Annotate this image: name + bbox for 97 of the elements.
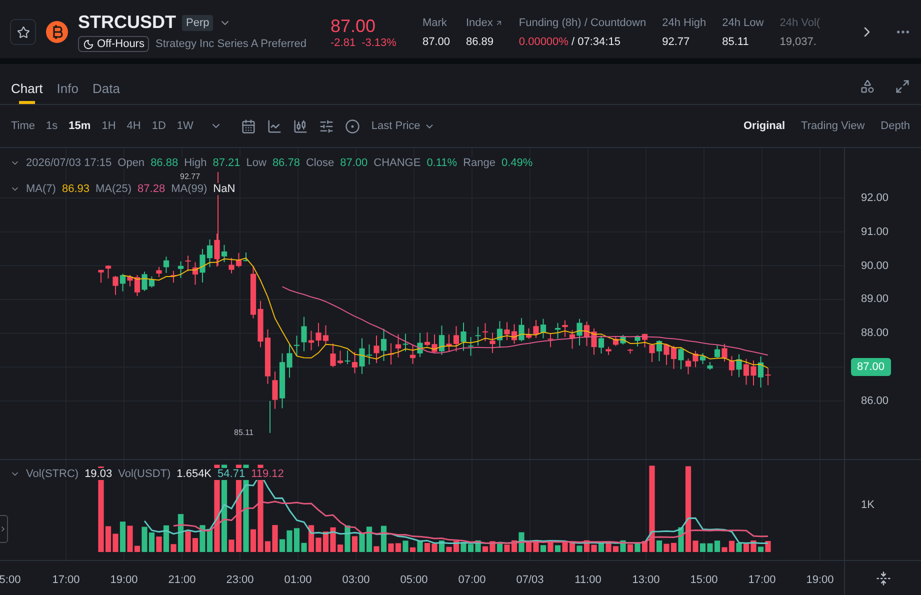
- volume-axis-label: 1K: [861, 499, 874, 511]
- current-price-tag: 87.00: [851, 358, 891, 376]
- time-axis-label: 19:00: [110, 574, 138, 586]
- legend-label: MA(7): [26, 183, 56, 195]
- tab[interactable]: Info: [56, 81, 78, 104]
- price-source-dropdown[interactable]: Last Price: [371, 120, 436, 132]
- line-chart-icon[interactable]: [267, 118, 282, 134]
- widgets-icon[interactable]: [860, 79, 875, 94]
- legend-label: Vol(STRC): [26, 468, 79, 480]
- time-axis-label: 5:00: [0, 574, 21, 586]
- low-price-marker: 85.11: [234, 428, 254, 437]
- view-tab[interactable]: Trading View: [801, 120, 865, 132]
- off-hours-badge: Off-Hours: [78, 36, 150, 52]
- view-tab[interactable]: Original: [743, 120, 786, 132]
- time-axis-label: 13:00: [632, 574, 660, 586]
- legend-label: Low: [246, 157, 266, 169]
- legend-label: MA(25): [95, 183, 132, 195]
- star-icon: [16, 26, 30, 38]
- legend-label: Open: [118, 157, 145, 169]
- last-price: 87.00: [330, 16, 377, 36]
- price-axis-label: 89.00: [861, 293, 889, 306]
- high-price-marker: 92.77: [180, 172, 200, 181]
- legend-value: 19.03: [84, 468, 112, 480]
- candlestick-icon[interactable]: [293, 118, 308, 134]
- stat-value: 86.89: [466, 36, 495, 48]
- interval-button[interactable]: 1W: [176, 120, 194, 132]
- interval-button[interactable]: 1H: [102, 120, 116, 132]
- legend-value: 87.00: [340, 157, 368, 169]
- legend-value: 0.11%: [426, 157, 458, 169]
- stat-label: 24h Low: [722, 16, 764, 28]
- price-axis-label: 86.00: [861, 394, 889, 407]
- legend-label: Vol(USDT): [118, 468, 171, 480]
- time-label: Time: [11, 120, 36, 132]
- time-axis-label: 15:00: [690, 574, 718, 586]
- interval-button[interactable]: 1s: [46, 120, 58, 132]
- legend-value: 1.654K: [176, 468, 212, 480]
- target-icon[interactable]: [345, 118, 360, 134]
- legend-value: 119.12: [251, 468, 284, 480]
- legend-value: 87.28: [138, 183, 166, 195]
- stat-value: 92.77: [662, 36, 691, 48]
- interval-button[interactable]: 15m: [68, 120, 91, 132]
- time-axis-label: 17:00: [52, 574, 80, 586]
- symbol-title: STRCUSDT: [78, 12, 176, 33]
- legend-value: 54.71: [218, 468, 246, 480]
- settings-icon[interactable]: [319, 118, 334, 134]
- view-tab[interactable]: Depth: [880, 120, 910, 132]
- time-axis-label: 03:00: [342, 574, 370, 586]
- time-axis-label: 05:00: [400, 574, 428, 586]
- stat-value: 85.11: [722, 36, 750, 48]
- legend-value: 86.88: [150, 157, 178, 169]
- legend-label: Close: [306, 157, 334, 169]
- stat-value: 19,037.: [780, 36, 818, 48]
- coin-logo-icon: [46, 21, 68, 43]
- side-panel-handle[interactable]: [0, 515, 8, 543]
- legend-value: 87.21: [212, 157, 240, 169]
- calendar-icon[interactable]: [241, 118, 256, 134]
- time-axis-label: 07/03: [516, 574, 544, 586]
- price-axis-label: 92.00: [861, 192, 889, 204]
- legend-value: 0.49%: [501, 157, 533, 169]
- time-axis-label: 19:00: [806, 574, 834, 586]
- legend-label: MA(99): [171, 183, 208, 195]
- stat-label: Mark: [422, 16, 448, 28]
- stat-value: 0.00000% / 07:34:15: [518, 36, 622, 48]
- market-type-tag: Perp: [182, 14, 214, 30]
- time-axis-label: 21:00: [168, 574, 196, 586]
- interval-button[interactable]: 1D: [152, 120, 166, 132]
- stat-label: 24h Vol(: [780, 16, 820, 28]
- favorite-star-button[interactable]: [10, 19, 36, 45]
- interval-button[interactable]: 4H: [126, 120, 141, 132]
- moon-icon: [83, 38, 94, 50]
- legend-value: 86.78: [272, 157, 300, 169]
- time-axis-label: 01:00: [284, 574, 312, 586]
- legend-value: NaN: [213, 183, 236, 195]
- time-axis-label: 23:00: [226, 574, 254, 586]
- tab[interactable]: Data: [92, 81, 120, 104]
- time-axis-label: 07:00: [458, 574, 486, 586]
- time-axis-label: 17:00: [748, 574, 776, 586]
- external-link-icon[interactable]: [494, 18, 503, 26]
- legend-label: CHANGE: [374, 157, 421, 169]
- stat-value: 87.00: [422, 36, 450, 48]
- stat-label: Index: [466, 16, 503, 28]
- time-axis-label: 11:00: [574, 574, 602, 586]
- legend-label: Range: [463, 157, 496, 169]
- price-change: -2.81: [330, 36, 356, 48]
- candle-datetime: 2026/07/03 17:15: [26, 157, 112, 169]
- price-change-percent: -3.13%: [362, 36, 396, 48]
- price-axis-label: 88.00: [861, 327, 889, 340]
- price-axis-label: 91.00: [861, 226, 889, 238]
- stat-label: 24h High: [662, 16, 706, 28]
- price-axis-label: 90.00: [861, 260, 889, 272]
- legend-label: High: [184, 157, 207, 169]
- instrument-name: Strategy Inc Series A Preferred: [155, 38, 307, 50]
- legend-value: 86.93: [62, 183, 90, 195]
- expand-icon[interactable]: [895, 79, 910, 94]
- scale-toggle-icon[interactable]: [876, 570, 890, 586]
- stat-label: Funding (8h) / Countdown: [518, 16, 646, 28]
- tab[interactable]: Chart: [11, 81, 43, 104]
